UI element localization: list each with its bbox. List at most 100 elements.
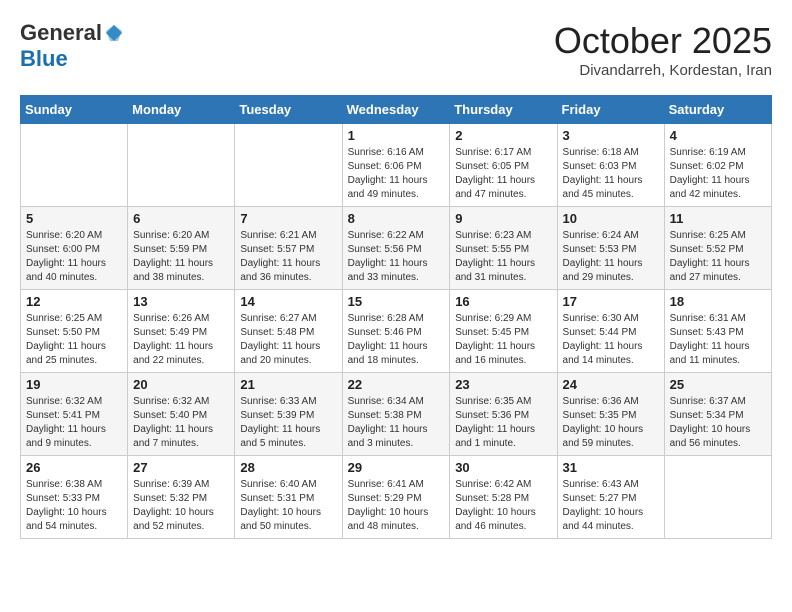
day-info: Sunrise: 6:34 AM Sunset: 5:38 PM Dayligh… — [348, 395, 445, 451]
day-number: 26 — [26, 460, 122, 475]
calendar-cell: 19 Sunrise: 6:32 AM Sunset: 5:41 PM Dayli… — [21, 373, 128, 456]
day-info: Sunrise: 6:17 AM Sunset: 6:05 PM Dayligh… — [455, 146, 551, 202]
day-info: Sunrise: 6:20 AM Sunset: 6:00 PM Dayligh… — [26, 229, 122, 285]
day-number: 27 — [133, 460, 229, 475]
day-number: 5 — [26, 211, 122, 226]
day-info: Sunrise: 6:33 AM Sunset: 5:39 PM Dayligh… — [240, 395, 336, 451]
day-info: Sunrise: 6:23 AM Sunset: 5:55 PM Dayligh… — [455, 229, 551, 285]
weekday-header: Tuesday — [235, 96, 342, 124]
calendar-week-row: 12 Sunrise: 6:25 AM Sunset: 5:50 PM Dayli… — [21, 290, 772, 373]
day-number: 8 — [348, 211, 445, 226]
calendar-cell — [21, 124, 128, 207]
calendar-cell: 14 Sunrise: 6:27 AM Sunset: 5:48 PM Dayli… — [235, 290, 342, 373]
day-info: Sunrise: 6:25 AM Sunset: 5:52 PM Dayligh… — [670, 229, 766, 285]
calendar-cell: 29 Sunrise: 6:41 AM Sunset: 5:29 PM Dayli… — [342, 456, 450, 539]
calendar-cell: 4 Sunrise: 6:19 AM Sunset: 6:02 PM Daylig… — [664, 124, 771, 207]
logo-general: General — [20, 20, 102, 46]
calendar-cell: 22 Sunrise: 6:34 AM Sunset: 5:38 PM Dayli… — [342, 373, 450, 456]
calendar-cell: 16 Sunrise: 6:29 AM Sunset: 5:45 PM Dayli… — [450, 290, 557, 373]
day-number: 6 — [133, 211, 229, 226]
day-number: 15 — [348, 294, 445, 309]
day-info: Sunrise: 6:43 AM Sunset: 5:27 PM Dayligh… — [563, 478, 659, 534]
calendar-cell: 11 Sunrise: 6:25 AM Sunset: 5:52 PM Dayli… — [664, 207, 771, 290]
calendar-cell: 6 Sunrise: 6:20 AM Sunset: 5:59 PM Daylig… — [128, 207, 235, 290]
day-number: 14 — [240, 294, 336, 309]
calendar-week-row: 19 Sunrise: 6:32 AM Sunset: 5:41 PM Dayli… — [21, 373, 772, 456]
day-number: 12 — [26, 294, 122, 309]
day-number: 13 — [133, 294, 229, 309]
logo: General Blue — [20, 20, 124, 72]
day-number: 16 — [455, 294, 551, 309]
weekday-header: Friday — [557, 96, 664, 124]
day-info: Sunrise: 6:30 AM Sunset: 5:44 PM Dayligh… — [563, 312, 659, 368]
day-info: Sunrise: 6:42 AM Sunset: 5:28 PM Dayligh… — [455, 478, 551, 534]
weekday-header: Saturday — [664, 96, 771, 124]
day-info: Sunrise: 6:19 AM Sunset: 6:02 PM Dayligh… — [670, 146, 766, 202]
day-number: 11 — [670, 211, 766, 226]
day-number: 21 — [240, 377, 336, 392]
weekday-header: Monday — [128, 96, 235, 124]
calendar-cell — [664, 456, 771, 539]
day-info: Sunrise: 6:40 AM Sunset: 5:31 PM Dayligh… — [240, 478, 336, 534]
day-info: Sunrise: 6:35 AM Sunset: 5:36 PM Dayligh… — [455, 395, 551, 451]
day-info: Sunrise: 6:16 AM Sunset: 6:06 PM Dayligh… — [348, 146, 445, 202]
day-number: 31 — [563, 460, 659, 475]
day-info: Sunrise: 6:18 AM Sunset: 6:03 PM Dayligh… — [563, 146, 659, 202]
calendar-cell — [128, 124, 235, 207]
calendar-cell: 26 Sunrise: 6:38 AM Sunset: 5:33 PM Dayli… — [21, 456, 128, 539]
calendar-cell: 15 Sunrise: 6:28 AM Sunset: 5:46 PM Dayli… — [342, 290, 450, 373]
day-info: Sunrise: 6:37 AM Sunset: 5:34 PM Dayligh… — [670, 395, 766, 451]
day-info: Sunrise: 6:21 AM Sunset: 5:57 PM Dayligh… — [240, 229, 336, 285]
day-info: Sunrise: 6:39 AM Sunset: 5:32 PM Dayligh… — [133, 478, 229, 534]
day-number: 19 — [26, 377, 122, 392]
day-info: Sunrise: 6:25 AM Sunset: 5:50 PM Dayligh… — [26, 312, 122, 368]
day-info: Sunrise: 6:41 AM Sunset: 5:29 PM Dayligh… — [348, 478, 445, 534]
calendar-cell: 18 Sunrise: 6:31 AM Sunset: 5:43 PM Dayli… — [664, 290, 771, 373]
day-number: 22 — [348, 377, 445, 392]
day-info: Sunrise: 6:22 AM Sunset: 5:56 PM Dayligh… — [348, 229, 445, 285]
day-number: 10 — [563, 211, 659, 226]
logo-blue: Blue — [20, 46, 68, 72]
calendar-cell: 17Sunrise: 6:30 AM Sunset: 5:44 PM Dayli… — [557, 290, 664, 373]
day-number: 18 — [670, 294, 766, 309]
title-section: October 2025 Divandarreh, Kordestan, Ira… — [554, 20, 772, 79]
day-info: Sunrise: 6:20 AM Sunset: 5:59 PM Dayligh… — [133, 229, 229, 285]
day-info: Sunrise: 6:32 AM Sunset: 5:40 PM Dayligh… — [133, 395, 229, 451]
calendar-cell: 2Sunrise: 6:17 AM Sunset: 6:05 PM Daylig… — [450, 124, 557, 207]
calendar-cell: 1 Sunrise: 6:16 AM Sunset: 6:06 PM Daylig… — [342, 124, 450, 207]
calendar-cell: 13 Sunrise: 6:26 AM Sunset: 5:49 PM Dayli… — [128, 290, 235, 373]
day-info: Sunrise: 6:24 AM Sunset: 5:53 PM Dayligh… — [563, 229, 659, 285]
day-number: 20 — [133, 377, 229, 392]
calendar-cell: 24 Sunrise: 6:36 AM Sunset: 5:35 PM Dayli… — [557, 373, 664, 456]
calendar-cell: 31 Sunrise: 6:43 AM Sunset: 5:27 PM Dayli… — [557, 456, 664, 539]
day-info: Sunrise: 6:38 AM Sunset: 5:33 PM Dayligh… — [26, 478, 122, 534]
day-number: 4 — [670, 128, 766, 143]
calendar-cell: 9Sunrise: 6:23 AM Sunset: 5:55 PM Daylig… — [450, 207, 557, 290]
weekday-header-row: SundayMondayTuesdayWednesdayThursdayFrid… — [21, 96, 772, 124]
day-number: 30 — [455, 460, 551, 475]
day-number: 28 — [240, 460, 336, 475]
day-number: 29 — [348, 460, 445, 475]
calendar-cell: 5 Sunrise: 6:20 AM Sunset: 6:00 PM Daylig… — [21, 207, 128, 290]
calendar-cell: 20 Sunrise: 6:32 AM Sunset: 5:40 PM Dayli… — [128, 373, 235, 456]
calendar-week-row: 5 Sunrise: 6:20 AM Sunset: 6:00 PM Daylig… — [21, 207, 772, 290]
day-info: Sunrise: 6:28 AM Sunset: 5:46 PM Dayligh… — [348, 312, 445, 368]
day-info: Sunrise: 6:29 AM Sunset: 5:45 PM Dayligh… — [455, 312, 551, 368]
calendar-cell: 12 Sunrise: 6:25 AM Sunset: 5:50 PM Dayli… — [21, 290, 128, 373]
page-header: General Blue October 2025 Divandarreh, K… — [20, 20, 772, 79]
day-number: 1 — [348, 128, 445, 143]
day-info: Sunrise: 6:31 AM Sunset: 5:43 PM Dayligh… — [670, 312, 766, 368]
logo-icon — [104, 23, 124, 43]
day-info: Sunrise: 6:36 AM Sunset: 5:35 PM Dayligh… — [563, 395, 659, 451]
day-number: 23 — [455, 377, 551, 392]
day-number: 25 — [670, 377, 766, 392]
calendar-cell: 25 Sunrise: 6:37 AM Sunset: 5:34 PM Dayli… — [664, 373, 771, 456]
day-info: Sunrise: 6:26 AM Sunset: 5:49 PM Dayligh… — [133, 312, 229, 368]
day-info: Sunrise: 6:32 AM Sunset: 5:41 PM Dayligh… — [26, 395, 122, 451]
day-info: Sunrise: 6:27 AM Sunset: 5:48 PM Dayligh… — [240, 312, 336, 368]
location-subtitle: Divandarreh, Kordestan, Iran — [554, 62, 772, 79]
weekday-header: Thursday — [450, 96, 557, 124]
day-number: 3 — [563, 128, 659, 143]
calendar-cell: 30 Sunrise: 6:42 AM Sunset: 5:28 PM Dayli… — [450, 456, 557, 539]
day-number: 24 — [563, 377, 659, 392]
